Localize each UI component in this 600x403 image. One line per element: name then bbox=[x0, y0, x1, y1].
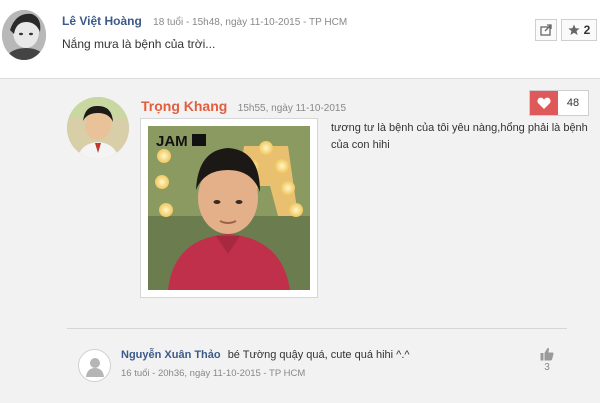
top-comment-header: Lê Việt Hoàng 18 tuổi - 15h48, ngày 11-1… bbox=[62, 14, 347, 28]
heart-icon bbox=[530, 91, 558, 115]
sub-reply: Nguyễn Xuân Thảo bé Tường quậy quá, cute… bbox=[121, 349, 410, 361]
like-count: 3 bbox=[544, 362, 550, 373]
author-name[interactable]: Nguyễn Xuân Thảo bbox=[121, 349, 221, 361]
default-user-icon bbox=[85, 357, 104, 377]
comment-meta: 15h55, ngày 11-10-2015 bbox=[237, 103, 347, 114]
author-name[interactable]: Lê Việt Hoàng bbox=[62, 14, 142, 28]
share-button[interactable] bbox=[535, 19, 557, 41]
star-count: 2 bbox=[583, 23, 591, 37]
reply-header: Trọng Khang 15h55, ngày 11-10-2015 bbox=[141, 98, 346, 116]
like-count: 48 bbox=[566, 97, 580, 109]
comment-text: tương tư là bệnh của tôi yêu nàng,hổng p… bbox=[331, 122, 588, 151]
divider bbox=[67, 328, 567, 329]
comment-meta: 16 tuổi - 20h36, ngày 11-10-2015 - TP HC… bbox=[121, 368, 306, 379]
thumbs-up-icon[interactable] bbox=[540, 347, 554, 361]
photo-logo: JAM bbox=[156, 133, 188, 150]
comment-thread: Lê Việt Hoàng 18 tuổi - 15h48, ngày 11-1… bbox=[0, 0, 600, 403]
author-name[interactable]: Trọng Khang bbox=[141, 98, 227, 114]
avatar[interactable] bbox=[67, 97, 129, 159]
photo-image: JAM bbox=[148, 126, 310, 290]
comment-text: bé Tường quậy quá, cute quá hihi ^.^ bbox=[227, 349, 410, 361]
top-comment: Lê Việt Hoàng 18 tuổi - 15h48, ngày 11-1… bbox=[0, 0, 600, 78]
star-icon bbox=[568, 24, 580, 35]
avatar[interactable] bbox=[2, 10, 46, 60]
attached-photo[interactable]: JAM bbox=[140, 118, 318, 298]
comment-text: Nắng mưa là bệnh của trời... bbox=[62, 37, 216, 51]
comment-meta: 18 tuổi - 15h48, ngày 11-10-2015 - TP HC… bbox=[153, 17, 348, 28]
star-button[interactable]: 2 bbox=[561, 19, 597, 41]
share-icon bbox=[539, 24, 552, 36]
avatar[interactable] bbox=[78, 349, 111, 382]
like-button[interactable]: 48 bbox=[529, 90, 589, 116]
